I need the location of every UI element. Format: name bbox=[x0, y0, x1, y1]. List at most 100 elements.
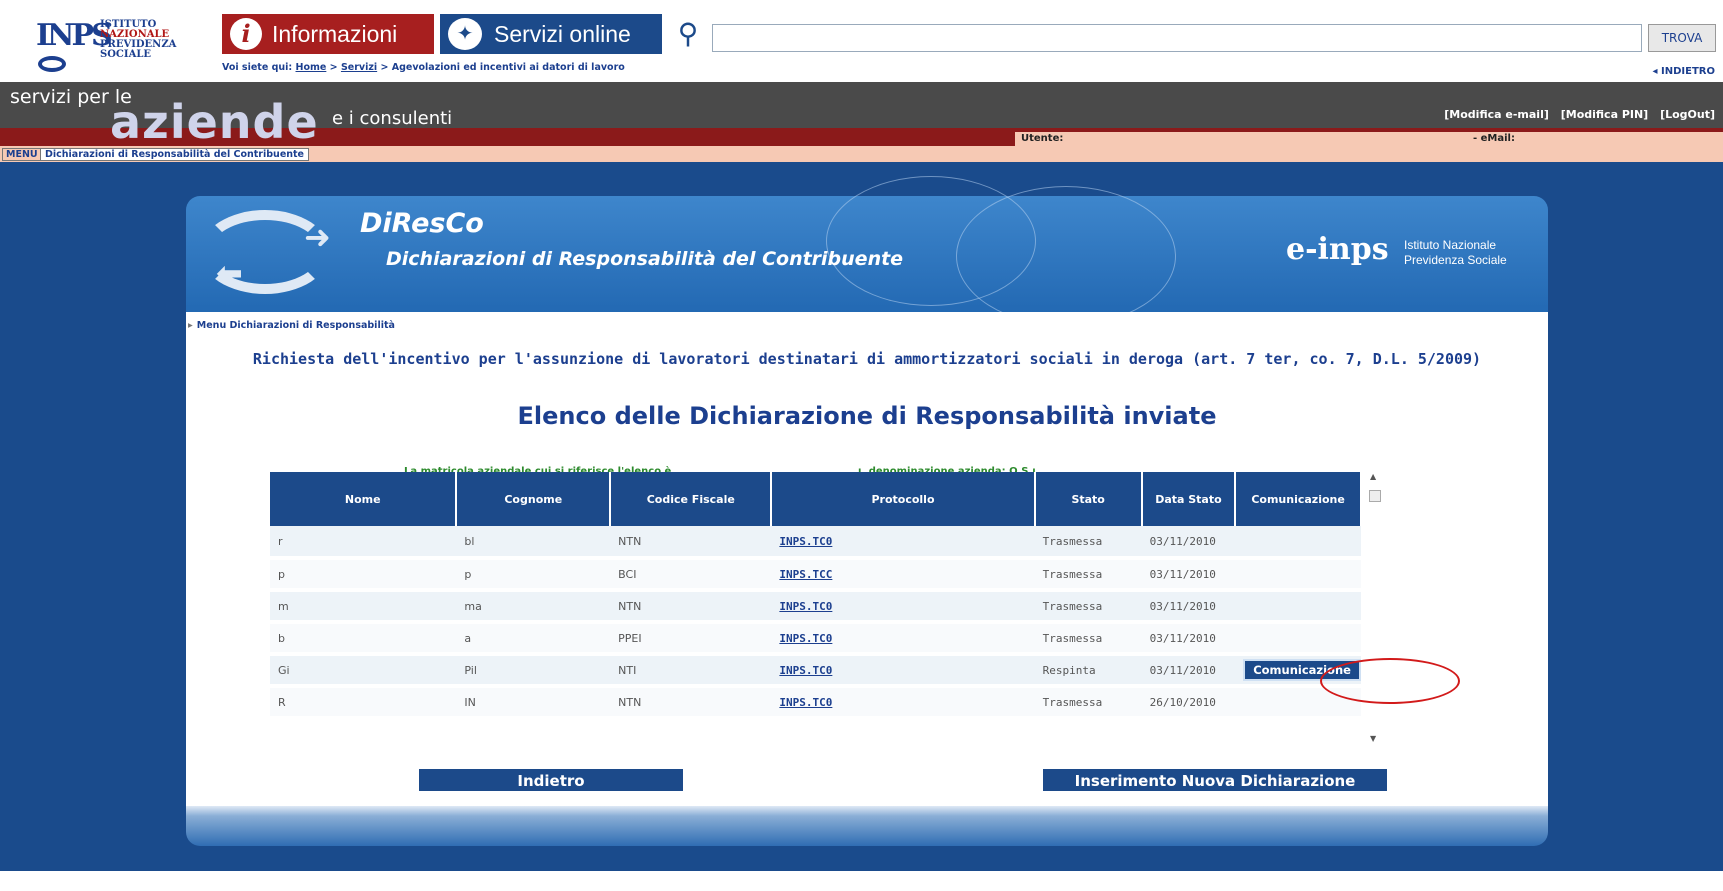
informazioni-label: Informazioni bbox=[272, 21, 398, 47]
cell-nome: r bbox=[270, 526, 457, 560]
cell-codice-fiscale: NTN bbox=[610, 686, 772, 720]
info-icon: i bbox=[230, 18, 262, 50]
breadcrumb-prefix: Voi siete qui: bbox=[222, 62, 293, 73]
request-description: Richiesta dell'incentivo per l'assunzion… bbox=[252, 350, 1482, 368]
logo-mark: INPS bbox=[36, 18, 113, 53]
brand-big-text: aziende bbox=[110, 95, 319, 149]
scroll-thumb[interactable] bbox=[1369, 490, 1381, 502]
column-header-comunicazione: Comunicazione bbox=[1235, 472, 1362, 526]
cell-comunicazione bbox=[1235, 526, 1361, 560]
servizi-online-label: Servizi online bbox=[494, 21, 631, 47]
column-header-codice-fiscale: Codice Fiscale bbox=[610, 472, 773, 526]
search-icon: ⚲ bbox=[677, 17, 699, 50]
protocollo-link[interactable]: INPS.TC0 bbox=[771, 622, 1035, 656]
logout-link[interactable]: [LogOut] bbox=[1660, 108, 1715, 121]
cell-nome: p bbox=[270, 558, 457, 592]
cell-codice-fiscale: BCI bbox=[610, 558, 772, 592]
top-bar: INPS ISTITUTO NAZIONALE PREVIDENZA SOCIA… bbox=[0, 0, 1723, 82]
cell-data-stato: 03/11/2010 bbox=[1141, 622, 1236, 656]
cell-stato: Trasmessa bbox=[1034, 590, 1142, 624]
modifica-pin-link[interactable]: [Modifica PIN] bbox=[1561, 108, 1649, 121]
panel-footer bbox=[186, 806, 1548, 846]
institute-line-2: Previdenza Sociale bbox=[1404, 253, 1507, 267]
table-row: m ma NTN INPS.TC0 Trasmessa 03/11/2010 bbox=[270, 590, 1361, 624]
column-header-protocollo: Protocollo bbox=[771, 472, 1036, 526]
inserimento-nuova-dichiarazione-button[interactable]: Inserimento Nuova Dichiarazione bbox=[1042, 768, 1388, 792]
column-header-nome: Nome bbox=[270, 472, 458, 526]
triangle-right-icon: ▸ bbox=[188, 320, 193, 331]
modifica-email-link[interactable]: [Modifica e-mail] bbox=[1444, 108, 1549, 121]
cell-nome: R bbox=[270, 686, 457, 720]
logo-line-4: SOCIALE bbox=[100, 49, 151, 60]
table-row: R IN NTN INPS.TC0 Trasmessa 26/10/2010 bbox=[270, 686, 1361, 720]
cell-nome: Gi bbox=[270, 654, 457, 688]
table-row: p p BCI INPS.TCC Trasmessa 03/11/2010 bbox=[270, 558, 1361, 592]
page-title: Elenco delle Dichiarazione di Responsabi… bbox=[517, 402, 1217, 430]
protocollo-link[interactable]: INPS.TC0 bbox=[771, 654, 1035, 688]
inps-logo[interactable]: INPS ISTITUTO NAZIONALE PREVIDENZA SOCIA… bbox=[24, 10, 194, 80]
user-links: [Modifica e-mail] [Modifica PIN] [LogOut… bbox=[1436, 108, 1715, 121]
search-input[interactable] bbox=[712, 24, 1642, 52]
cell-comunicazione bbox=[1235, 622, 1361, 656]
breadcrumb-servizi-link[interactable]: Servizi bbox=[341, 62, 377, 73]
servizi-online-button[interactable]: ✦ Servizi online bbox=[440, 14, 662, 54]
menu-link-label: Menu Dichiarazioni di Responsabilità bbox=[196, 320, 395, 331]
cell-nome: b bbox=[270, 622, 457, 656]
dichiarazioni-table: Nome Cognome Codice Fiscale Protocollo S… bbox=[270, 472, 1362, 720]
indietro-link[interactable]: ◂ INDIETRO bbox=[1653, 66, 1715, 77]
column-header-cognome: Cognome bbox=[456, 472, 612, 526]
cell-cognome: p bbox=[456, 558, 611, 592]
indietro-button[interactable]: Indietro bbox=[418, 768, 684, 792]
cell-data-stato: 03/11/2010 bbox=[1141, 558, 1236, 592]
table-scrollbar[interactable]: ▲ ▼ bbox=[1366, 472, 1384, 747]
email-label: - eMail: bbox=[1473, 133, 1515, 144]
user-info-strip: Utente: - eMail: bbox=[1015, 132, 1723, 146]
cell-cognome: ma bbox=[456, 590, 611, 624]
einps-logo: e-inps bbox=[1286, 232, 1389, 267]
cell-codice-fiscale: NTN bbox=[610, 590, 772, 624]
protocollo-link[interactable]: INPS.TC0 bbox=[771, 526, 1035, 560]
breadcrumb-current: > Agevolazioni ed incentivi ai datori di… bbox=[380, 62, 625, 73]
cell-cognome: Pil bbox=[456, 654, 611, 688]
protocollo-link[interactable]: INPS.TC0 bbox=[771, 590, 1035, 624]
cell-nome: m bbox=[270, 590, 457, 624]
diresco-panel: ➜ ⬅ DiResCo Dichiarazioni di Responsabil… bbox=[186, 176, 1548, 856]
cell-cognome: a bbox=[456, 622, 611, 656]
cell-stato: Trasmessa bbox=[1034, 686, 1142, 720]
cell-codice-fiscale: PPEI bbox=[610, 622, 772, 656]
search-button[interactable]: TROVA bbox=[1648, 24, 1716, 52]
cell-data-stato: 03/11/2010 bbox=[1141, 526, 1236, 560]
app-subtitle: Dichiarazioni di Responsabilità del Cont… bbox=[386, 248, 904, 270]
cell-codice-fiscale: NTI bbox=[610, 654, 772, 688]
cell-data-stato: 03/11/2010 bbox=[1141, 654, 1236, 688]
table-row: r bl NTN INPS.TC0 Trasmessa 03/11/2010 bbox=[270, 526, 1361, 560]
menu-dichiarazioni-link[interactable]: ▸ Menu Dichiarazioni di Responsabilità bbox=[188, 320, 395, 331]
table-row: b a PPEI INPS.TC0 Trasmessa 03/11/2010 bbox=[270, 622, 1361, 656]
cell-cognome: IN bbox=[456, 686, 611, 720]
protocollo-link[interactable]: INPS.TCC bbox=[771, 558, 1035, 592]
servizi-online-icon: ✦ bbox=[448, 18, 482, 50]
panel-header: ➜ ⬅ DiResCo Dichiarazioni di Responsabil… bbox=[186, 176, 1548, 326]
column-header-stato: Stato bbox=[1034, 472, 1143, 526]
tab-dichiarazioni[interactable]: Dichiarazioni di Responsabilità del Cont… bbox=[40, 148, 310, 161]
scroll-up-icon[interactable]: ▲ bbox=[1370, 472, 1376, 481]
table-row: Gi Pil NTI INPS.TC0 Respinta 03/11/2010 … bbox=[270, 654, 1361, 688]
user-label: Utente: bbox=[1021, 133, 1064, 144]
cell-stato: Trasmessa bbox=[1034, 558, 1142, 592]
cell-stato: Trasmessa bbox=[1034, 526, 1142, 560]
dichiarazioni-table-container: Nome Cognome Codice Fiscale Protocollo S… bbox=[270, 472, 1396, 747]
column-header-data-stato: Data Stato bbox=[1141, 472, 1237, 526]
menu-button[interactable]: MENU bbox=[2, 148, 42, 161]
deco-swirl bbox=[956, 186, 1176, 326]
cell-cognome: bl bbox=[456, 526, 611, 560]
logo-name: ISTITUTO NAZIONALE PREVIDENZA SOCIALE bbox=[100, 20, 176, 60]
cell-comunicazione bbox=[1235, 590, 1361, 624]
cell-codice-fiscale: NTN bbox=[610, 526, 772, 560]
informazioni-button[interactable]: i Informazioni bbox=[222, 14, 434, 54]
breadcrumb: Voi siete qui: Home > Servizi > Agevolaz… bbox=[222, 62, 625, 73]
scroll-down-icon[interactable]: ▼ bbox=[1370, 734, 1376, 743]
arrow-right-icon: ➜ bbox=[304, 218, 331, 256]
breadcrumb-separator: > bbox=[329, 62, 338, 73]
breadcrumb-home-link[interactable]: Home bbox=[296, 62, 327, 73]
protocollo-link[interactable]: INPS.TC0 bbox=[771, 686, 1035, 720]
